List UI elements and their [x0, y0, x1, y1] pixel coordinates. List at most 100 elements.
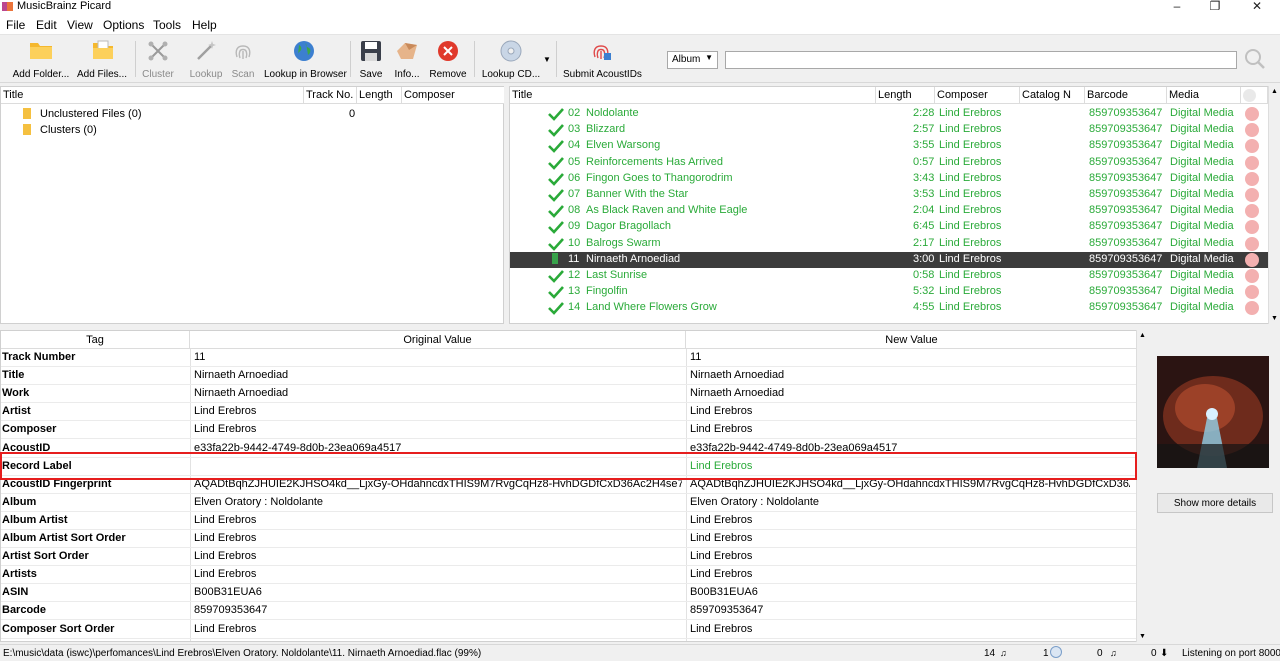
- save-button[interactable]: Save: [354, 39, 388, 81]
- new-value[interactable]: AQADtBqhZJHUIE2KJHSO4kd__LjxGy-OHdahncdx…: [690, 478, 1130, 490]
- column-header-new-value[interactable]: New Value: [686, 331, 1138, 349]
- track-row[interactable]: 02 Noldolante 2:28 Lind Erebros 859709353647…: [510, 106, 1268, 122]
- metadata-row[interactable]: Artist Sort Order Lind Erebros Lind Erebro…: [1, 548, 1137, 567]
- fingerprint-icon[interactable]: [1245, 107, 1259, 121]
- new-value[interactable]: Elven Oratory : Noldolante: [690, 496, 1130, 508]
- column-header-length[interactable]: Length: [357, 87, 402, 104]
- fingerprint-icon[interactable]: [1245, 171, 1259, 186]
- album-pane-scrollbar[interactable]: ▲ ▼: [1268, 86, 1280, 324]
- new-value[interactable]: Lind Erebros: [690, 532, 1130, 544]
- metadata-row[interactable]: Barcode 859709353647 859709353647: [1, 602, 1137, 621]
- new-value[interactable]: 11: [690, 351, 1130, 363]
- menu-options[interactable]: Options: [103, 18, 144, 32]
- metadata-row[interactable]: Work Nirnaeth Arnoediad Nirnaeth Arnoediad: [1, 385, 1137, 404]
- scroll-down-arrow-icon[interactable]: ▼: [1139, 633, 1146, 640]
- search-type-select[interactable]: Album ▼: [667, 51, 718, 69]
- minimize-button[interactable]: –: [1160, 0, 1194, 14]
- column-header-tag[interactable]: Tag: [1, 331, 190, 349]
- metadata-row[interactable]: Artists Lind Erebros Lind Erebros: [1, 566, 1137, 585]
- menu-help[interactable]: Help: [192, 18, 217, 32]
- close-button[interactable]: ✕: [1240, 0, 1274, 14]
- track-row[interactable]: 04 Elven Warsong 3:55 Lind Erebros 859709353…: [510, 138, 1268, 154]
- column-header-title[interactable]: Title: [510, 87, 876, 104]
- lookup-button[interactable]: Lookup: [188, 39, 224, 81]
- metadata-row[interactable]: Composer Lind Erebros Lind Erebros: [1, 421, 1137, 440]
- fingerprint-icon[interactable]: [1245, 123, 1259, 138]
- scroll-up-arrow-icon[interactable]: ▲: [1271, 88, 1278, 95]
- submit-acoustids-button[interactable]: Submit AcoustIDs: [563, 39, 642, 81]
- add-files-button[interactable]: Add Files...: [75, 39, 129, 81]
- track-row[interactable]: 14 Land Where Flowers Grow 4:55 Lind Erebro…: [510, 300, 1268, 316]
- new-value[interactable]: Nirnaeth Arnoediad: [690, 369, 1130, 381]
- new-value[interactable]: Lind Erebros: [690, 514, 1130, 526]
- metadata-row[interactable]: Album Artist Lind Erebros Lind Erebros: [1, 512, 1137, 530]
- search-icon[interactable]: [1244, 48, 1266, 70]
- scroll-up-arrow-icon[interactable]: ▲: [1139, 332, 1146, 339]
- new-value[interactable]: Lind Erebros: [690, 623, 1130, 635]
- new-value[interactable]: Lind Erebros: [690, 568, 1130, 580]
- scroll-down-arrow-icon[interactable]: ▼: [1271, 315, 1278, 322]
- scan-button[interactable]: Scan: [227, 39, 259, 81]
- new-value[interactable]: Lind Erebros: [690, 550, 1130, 562]
- new-value[interactable]: e33fa22b-9442-4749-8d0b-23ea069a4517: [690, 442, 1130, 454]
- menu-edit[interactable]: Edit: [36, 18, 57, 32]
- track-row[interactable]: 09 Dagor Bragollach 6:45 Lind Erebros 859709…: [510, 219, 1268, 235]
- track-row[interactable]: 11 Nirnaeth Arnoediad 3:00 Lind Erebros 8597…: [510, 251, 1268, 268]
- column-header-barcode[interactable]: Barcode: [1085, 87, 1167, 104]
- cluster-button[interactable]: Cluster: [140, 39, 176, 81]
- metadata-row[interactable]: Title Nirnaeth Arnoediad Nirnaeth Arnoedia…: [1, 367, 1137, 386]
- menu-file[interactable]: File: [6, 18, 25, 32]
- show-more-details-button[interactable]: Show more details: [1157, 493, 1273, 513]
- metadata-row[interactable]: Album Artist Sort Order Lind Erebros Lind …: [1, 530, 1137, 549]
- fingerprint-icon[interactable]: [1245, 220, 1259, 235]
- column-header-catalog-number[interactable]: Catalog N: [1020, 87, 1085, 104]
- fingerprint-icon[interactable]: [1245, 301, 1259, 316]
- track-row[interactable]: 05 Reinforcements Has Arrived 0:57 Lind Ere…: [510, 155, 1268, 171]
- metadata-row[interactable]: Album Elven Oratory : Noldolante Elven Ora…: [1, 494, 1137, 512]
- track-row[interactable]: 06 Fingon Goes to Thangorodrim 3:43 Lind Er…: [510, 171, 1268, 187]
- unclustered-files-item[interactable]: Unclustered Files (0) 0: [1, 107, 361, 123]
- remove-button[interactable]: Remove: [428, 39, 468, 81]
- fingerprint-icon[interactable]: [1245, 139, 1259, 154]
- lookup-cd-dropdown-arrow[interactable]: ▼: [543, 55, 551, 64]
- column-header-length[interactable]: Length: [876, 87, 935, 104]
- track-row[interactable]: 03 Blizzard 2:57 Lind Erebros 859709353647 Di…: [510, 122, 1268, 138]
- info-button[interactable]: Info...: [390, 39, 424, 81]
- fingerprint-icon[interactable]: [1245, 204, 1259, 219]
- track-row[interactable]: 12 Last Sunrise 0:58 Lind Erebros 8597093536…: [510, 268, 1268, 284]
- fingerprint-icon[interactable]: [1245, 236, 1259, 251]
- column-header-composer[interactable]: Composer: [935, 87, 1020, 104]
- new-value[interactable]: Lind Erebros: [690, 423, 1130, 435]
- menu-tools[interactable]: Tools: [153, 18, 181, 32]
- column-header-media[interactable]: Media: [1167, 87, 1241, 104]
- metadata-row[interactable]: Record Label Lind Erebros: [1, 458, 1137, 476]
- lookup-in-browser-button[interactable]: Lookup in Browser: [264, 39, 347, 81]
- track-row[interactable]: 13 Fingolfin 5:32 Lind Erebros 859709353647 D…: [510, 284, 1268, 300]
- search-input[interactable]: [725, 51, 1237, 69]
- fingerprint-icon[interactable]: [1245, 285, 1259, 300]
- track-row[interactable]: 08 As Black Raven and White Eagle 2:04 Lind…: [510, 203, 1268, 219]
- metadata-scrollbar[interactable]: ▲ ▼: [1136, 330, 1148, 642]
- metadata-row[interactable]: AcoustID Fingerprint AQADtBqhZJHUIE2KJHSO…: [1, 476, 1137, 494]
- clusters-item[interactable]: Clusters (0): [1, 123, 361, 139]
- column-header-track-no[interactable]: Track No.: [304, 87, 357, 104]
- new-value[interactable]: Lind Erebros: [690, 405, 1130, 417]
- lookup-cd-button[interactable]: Lookup CD...: [480, 39, 542, 81]
- column-header-fingerprint[interactable]: [1241, 87, 1268, 104]
- track-row[interactable]: 10 Balrogs Swarm 2:17 Lind Erebros 859709353…: [510, 236, 1268, 252]
- fingerprint-icon[interactable]: [1245, 188, 1259, 202]
- column-header-title[interactable]: Title: [1, 87, 304, 104]
- metadata-row[interactable]: ASIN B00B31EUA6 B00B31EUA6: [1, 584, 1137, 603]
- column-header-composer[interactable]: Composer: [402, 87, 504, 104]
- new-value[interactable]: 859709353647: [690, 604, 1130, 616]
- track-row[interactable]: 07 Banner With the Star 3:53 Lind Erebros 85…: [510, 187, 1268, 203]
- menu-view[interactable]: View: [67, 18, 93, 32]
- metadata-row[interactable]: Track Number 11 11: [1, 349, 1137, 368]
- metadata-row[interactable]: Artist Lind Erebros Lind Erebros: [1, 403, 1137, 422]
- metadata-row[interactable]: Composer Sort Order Lind Erebros Lind Ereb…: [1, 621, 1137, 639]
- add-folder-button[interactable]: Add Folder...: [12, 39, 70, 81]
- maximize-button[interactable]: ❐: [1198, 0, 1232, 14]
- album-cover-art[interactable]: [1157, 356, 1269, 468]
- new-value[interactable]: B00B31EUA6: [690, 586, 1130, 598]
- new-value[interactable]: Lind Erebros: [690, 460, 1130, 472]
